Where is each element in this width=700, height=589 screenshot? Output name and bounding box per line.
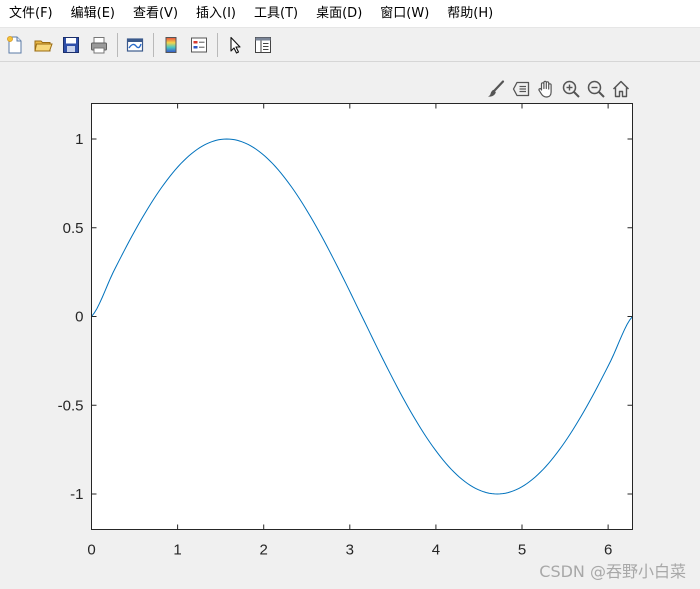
x-tick-label: 2 xyxy=(260,542,268,559)
y-tick-label: 1 xyxy=(75,131,83,148)
x-tick-label: 6 xyxy=(604,542,612,559)
x-tick-label: 3 xyxy=(346,542,354,559)
watermark: CSDN @吞野小白菜 xyxy=(539,562,686,581)
plot-area: 0 1 2 3 4 5 6 -1 -0.5 0 0.5 1 xyxy=(58,103,633,559)
figure-window: 文件(F) 编辑(E) 查看(V) 插入(I) 工具(T) 桌面(D) 窗口(W… xyxy=(0,0,700,589)
y-tick-label: -0.5 xyxy=(58,397,84,414)
x-tick-label: 1 xyxy=(173,542,181,559)
x-tick-label: 4 xyxy=(432,542,440,559)
y-tick-label: 0.5 xyxy=(63,220,84,237)
y-tick-label: 0 xyxy=(75,309,83,326)
x-tick-label: 5 xyxy=(518,542,526,559)
y-tick-label: -1 xyxy=(70,486,83,503)
x-tick-label: 0 xyxy=(87,542,95,559)
